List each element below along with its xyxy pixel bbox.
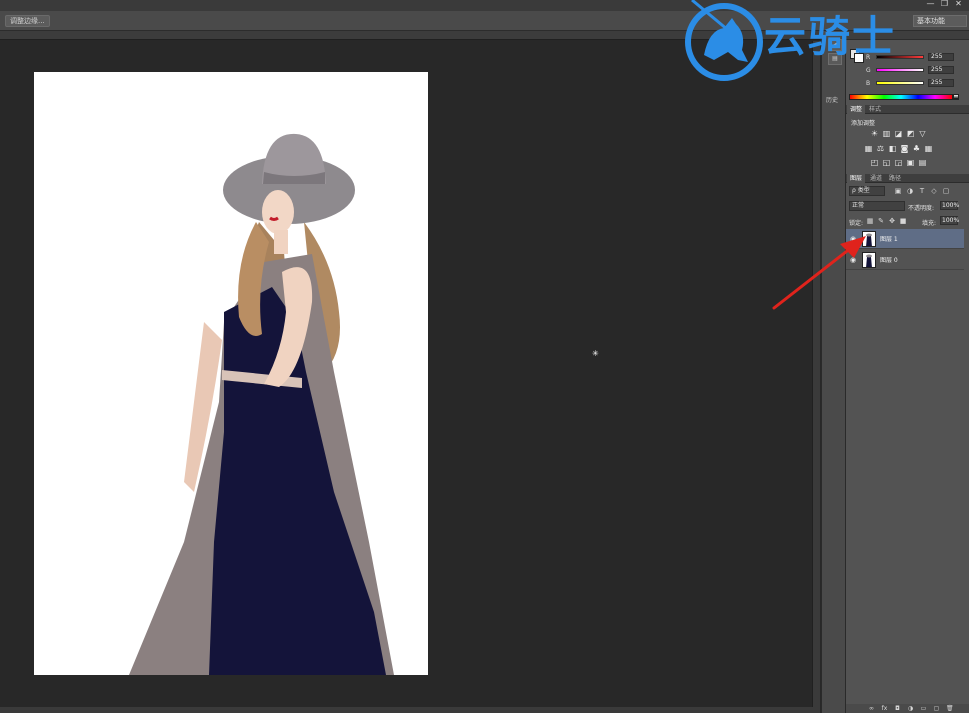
lock-position-icon[interactable]: ✥ xyxy=(888,217,896,225)
pixel-filter-icon[interactable]: ▣ xyxy=(894,187,902,195)
type-filter-icon[interactable]: T xyxy=(918,187,926,195)
new-adjustment-icon[interactable]: ◑ xyxy=(907,705,914,712)
adjustments-panel-header: 调整 样式 xyxy=(846,105,969,114)
adjustment-icons-row-2: ▦ ⚖ ◧ ◙ ♣ ▦ xyxy=(864,144,933,153)
annotation-arrow-icon xyxy=(772,236,866,310)
cursor-icon: ✳ xyxy=(592,349,599,358)
lock-label: 锁定: xyxy=(849,220,864,227)
invert-icon[interactable]: ◰ xyxy=(870,158,879,167)
add-mask-icon[interactable]: ◘ xyxy=(894,705,901,712)
gradient-map-icon[interactable]: ▤ xyxy=(918,158,927,167)
fill-field[interactable]: 100% xyxy=(940,216,959,225)
layer-name[interactable]: 图层 1 xyxy=(880,234,898,243)
link-layers-icon[interactable]: ∞ xyxy=(868,705,875,712)
selective-color-icon[interactable]: ▣ xyxy=(906,158,915,167)
black-white-ramp[interactable] xyxy=(953,94,959,100)
layer-style-icon[interactable]: fx xyxy=(881,705,888,712)
add-adjustment-title: 添加调整 xyxy=(851,120,876,127)
new-layer-icon[interactable]: ▢ xyxy=(933,705,940,712)
opacity-label: 不透明度: xyxy=(908,205,935,212)
lock-icons: ▦ ✎ ✥ ■ xyxy=(866,217,907,225)
tab-paths[interactable]: 路径 xyxy=(886,174,904,183)
brightness-icon[interactable]: ☀ xyxy=(870,129,879,138)
posterize-icon[interactable]: ◱ xyxy=(882,158,891,167)
exposure-icon[interactable]: ◩ xyxy=(906,129,915,138)
right-panels: R 255 G 255 B 255 调整 样式 添加调整 ☀ ▥ ◪ ◩ ▽ ▦… xyxy=(846,31,969,713)
horizontal-scrollbar[interactable] xyxy=(0,707,820,713)
fill-label: 填充: xyxy=(922,220,937,227)
photo-filter-icon[interactable]: ◙ xyxy=(900,144,909,153)
tab-channels[interactable]: 通道 xyxy=(867,174,885,183)
smart-object-filter-icon[interactable]: ▢ xyxy=(942,187,950,195)
lock-pixels-icon[interactable]: ✎ xyxy=(877,217,885,225)
knight-logo-icon xyxy=(685,0,763,81)
delete-layer-icon[interactable]: 🗑 xyxy=(946,705,954,712)
tab-layers[interactable]: 图层 xyxy=(847,174,866,183)
black-white-icon[interactable]: ◧ xyxy=(888,144,897,153)
tab-adjustments[interactable]: 调整 xyxy=(847,105,866,114)
levels-icon[interactable]: ▥ xyxy=(882,129,891,138)
vertical-scrollbar[interactable] xyxy=(812,41,820,707)
layer-filter-icons: ▣ ◑ T ◇ ▢ xyxy=(894,187,950,195)
model-photo xyxy=(129,133,394,675)
layers-footer: ∞ fx ◘ ◑ ▭ ▢ 🗑 xyxy=(846,704,969,713)
watermark-logo: 云骑士 xyxy=(684,0,954,84)
close-button[interactable]: ✕ xyxy=(954,0,963,8)
color-balance-icon[interactable]: ⚖ xyxy=(876,144,885,153)
history-label[interactable]: 历史 xyxy=(826,95,838,104)
vibrance-icon[interactable]: ▽ xyxy=(918,129,927,138)
lock-all-icon[interactable]: ■ xyxy=(899,217,907,225)
tab-styles[interactable]: 样式 xyxy=(866,105,884,114)
shape-filter-icon[interactable]: ◇ xyxy=(930,187,938,195)
color-spectrum-bar[interactable] xyxy=(849,94,953,100)
curves-icon[interactable]: ◪ xyxy=(894,129,903,138)
blend-mode-select[interactable]: 正常 xyxy=(849,201,905,211)
color-lookup-icon[interactable]: ▦ xyxy=(924,144,933,153)
layer-filter-select[interactable]: ρ 类型 xyxy=(849,186,885,196)
document-canvas[interactable] xyxy=(34,72,428,675)
threshold-icon[interactable]: ◲ xyxy=(894,158,903,167)
photoshop-window: — ❐ ✕ 调整边缘... 基本功能 ✳ ◂ ▤ 历史 R 255 G 255 … xyxy=(0,0,969,713)
channel-mixer-icon[interactable]: ♣ xyxy=(912,144,921,153)
refine-edge-button[interactable]: 调整边缘... xyxy=(5,15,50,27)
hue-saturation-icon[interactable]: ▦ xyxy=(864,144,873,153)
collapsed-panel-strip: ◂ ▤ 历史 xyxy=(821,31,846,713)
layer-name[interactable]: 图层 0 xyxy=(880,255,898,264)
new-group-icon[interactable]: ▭ xyxy=(920,705,927,712)
opacity-field[interactable]: 100% xyxy=(940,201,959,210)
lock-transparency-icon[interactable]: ▦ xyxy=(866,217,874,225)
watermark-text: 云骑士 xyxy=(764,12,897,61)
adjustment-icons-row-1: ☀ ▥ ◪ ◩ ▽ xyxy=(870,129,927,138)
adjustment-icons-row-3: ◰ ◱ ◲ ▣ ▤ xyxy=(870,158,927,167)
adjustment-filter-icon[interactable]: ◑ xyxy=(906,187,914,195)
layers-panel-header: 图层 通道 路径 xyxy=(846,174,969,183)
